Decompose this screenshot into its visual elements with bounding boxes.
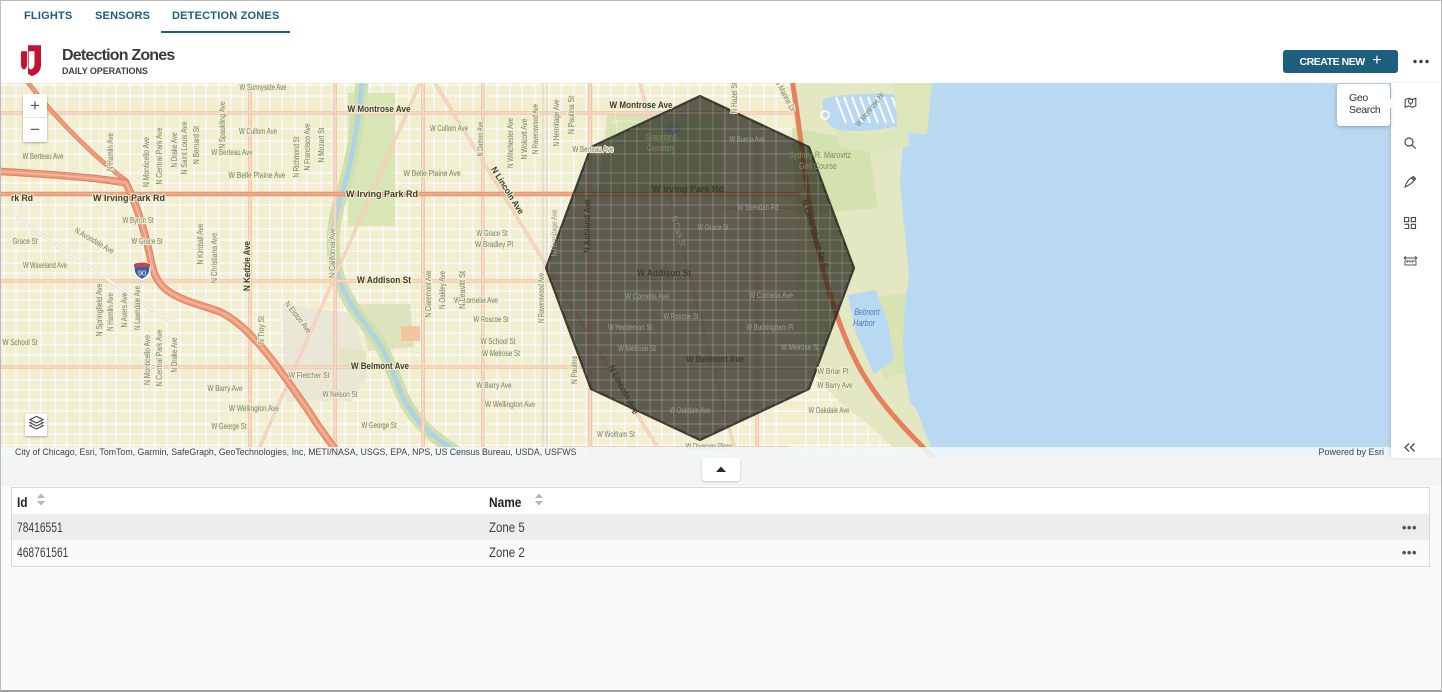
svg-text:rk Rd: rk Rd: [11, 193, 33, 204]
svg-text:Golf Course: Golf Course: [799, 161, 837, 171]
svg-text:W Barry Ave: W Barry Ave: [477, 381, 512, 390]
svg-text:W Grace St: W Grace St: [132, 237, 164, 246]
svg-text:N Saint Louis Ave: N Saint Louis Ave: [180, 121, 189, 174]
svg-text:W Buena Ave: W Buena Ave: [730, 135, 765, 144]
svg-text:N Kimball Ave: N Kimball Ave: [196, 223, 205, 264]
svg-text:W Addison St: W Addison St: [357, 275, 412, 286]
svg-text:W George St: W George St: [212, 422, 248, 431]
svg-text:W Roscoe St: W Roscoe St: [474, 315, 510, 324]
svg-text:Belmont: Belmont: [855, 307, 880, 318]
svg-text:W Waveland Ave: W Waveland Ave: [23, 261, 67, 270]
svg-text:N Winchester Ave: N Winchester Ave: [506, 118, 515, 168]
svg-text:Sydney R. Marovitz: Sydney R. Marovitz: [789, 150, 851, 160]
svg-text:W Cullom Ave: W Cullom Ave: [239, 127, 277, 136]
svg-text:N Avers Ave: N Avers Ave: [120, 292, 129, 327]
svg-text:N Ravenswood Ave: N Ravenswood Ave: [537, 273, 546, 323]
svg-text:N Monticello Ave: N Monticello Ave: [142, 137, 151, 187]
svg-text:W Cullom Ave: W Cullom Ave: [430, 124, 468, 133]
svg-text:N Hamlin Ave: N Hamlin Ave: [106, 133, 115, 171]
svg-text:W Wellington Ave: W Wellington Ave: [229, 404, 279, 413]
svg-text:N Mozart St: N Mozart St: [317, 127, 326, 163]
svg-text:N Paulina St: N Paulina St: [567, 95, 576, 134]
svg-text:W Irving Park Rd: W Irving Park Rd: [346, 189, 418, 200]
svg-text:W Briar Pl: W Briar Pl: [818, 367, 849, 376]
svg-text:W Berteau Ave: W Berteau Ave: [23, 152, 64, 161]
svg-text:W School St: W School St: [3, 338, 39, 347]
svg-text:N Hermitage Ave: N Hermitage Ave: [552, 99, 561, 146]
svg-text:W Barry Ave: W Barry Ave: [818, 381, 853, 390]
svg-text:Harbor: Harbor: [853, 318, 876, 329]
svg-text:N Leavitt St: N Leavitt St: [458, 270, 467, 309]
svg-text:W Addison St: W Addison St: [637, 268, 692, 279]
svg-text:W Grace St: W Grace St: [477, 229, 509, 238]
svg-text:W Nelson St: W Nelson St: [323, 390, 359, 399]
svg-text:N Central Park Ave: N Central Park Ave: [155, 329, 164, 386]
svg-text:N Drake Ave: N Drake Ave: [170, 132, 179, 167]
svg-text:N Christiana Ave: N Christiana Ave: [210, 233, 219, 283]
svg-text:N Hermitage Ave: N Hermitage Ave: [550, 209, 559, 256]
svg-text:N Damen Ave: N Damen Ave: [476, 121, 485, 156]
svg-text:W Wolfram St: W Wolfram St: [597, 430, 636, 439]
svg-text:N California Ave: N California Ave: [328, 228, 337, 278]
svg-text:W Melrose St: W Melrose St: [781, 343, 820, 352]
svg-text:W Grace St: W Grace St: [698, 223, 730, 232]
svg-text:W Irving Park Rd: W Irving Park Rd: [93, 193, 165, 204]
svg-text:N Richmond St: N Richmond St: [292, 136, 301, 178]
svg-text:Cemetery: Cemetery: [647, 143, 675, 153]
svg-text:N Claremont Ave: N Claremont Ave: [424, 270, 433, 317]
svg-text:W School St: W School St: [481, 337, 517, 346]
svg-text:W Montrose Ave: W Montrose Ave: [348, 104, 411, 115]
svg-text:W Cornelia Ave: W Cornelia Ave: [749, 291, 793, 300]
svg-text:W Belle Plaine Ave: W Belle Plaine Ave: [404, 169, 461, 178]
svg-text:Graceland: Graceland: [646, 132, 677, 142]
svg-text:W Cornelia Ave: W Cornelia Ave: [625, 292, 669, 301]
svg-text:W Wellington Ave: W Wellington Ave: [485, 400, 535, 409]
svg-text:N Ashland Ave: N Ashland Ave: [582, 199, 592, 253]
svg-text:N Spaulding Ave: N Spaulding Ave: [218, 101, 227, 148]
svg-text:W Barry Ave: W Barry Ave: [208, 384, 243, 393]
svg-text:N Hamlin Ave: N Hamlin Ave: [106, 293, 115, 331]
svg-text:N Hazel St: N Hazel St: [730, 83, 739, 114]
svg-text:W Fletcher St: W Fletcher St: [289, 371, 331, 380]
svg-text:N Ravenswood Ave: N Ravenswood Ave: [531, 104, 540, 154]
svg-text:W Roscoe St: W Roscoe St: [664, 312, 700, 321]
svg-text:W Belle Plaine Ave: W Belle Plaine Ave: [229, 171, 286, 180]
svg-text:W Sheridan Rd: W Sheridan Rd: [738, 203, 779, 212]
svg-text:N Lawndale Ave: N Lawndale Ave: [133, 286, 142, 330]
svg-text:N Francisco Ave: N Francisco Ave: [303, 123, 312, 170]
svg-text:N Springfield Ave: N Springfield Ave: [95, 283, 104, 336]
svg-text:W Melrose St: W Melrose St: [482, 349, 521, 358]
svg-text:W Montrose Ave: W Montrose Ave: [610, 100, 673, 111]
svg-text:W Buckingham Pl: W Buckingham Pl: [747, 323, 794, 332]
svg-text:W Irving Park Rd: W Irving Park Rd: [652, 184, 724, 195]
svg-text:W Berteau Ave: W Berteau Ave: [573, 145, 614, 154]
svg-text:N Kedzie Ave: N Kedzie Ave: [242, 241, 252, 291]
svg-text:Grace St: Grace St: [13, 237, 39, 246]
svg-text:W Belmont Ave: W Belmont Ave: [686, 354, 744, 365]
svg-text:N Drake Ave: N Drake Ave: [170, 337, 179, 372]
svg-text:N Troy St: N Troy St: [257, 315, 266, 344]
svg-text:W Byron St: W Byron St: [123, 216, 155, 225]
svg-text:90: 90: [138, 269, 146, 278]
svg-text:W Sunnyside Ave: W Sunnyside Ave: [240, 83, 287, 92]
svg-text:N Monticello Ave: N Monticello Ave: [143, 335, 152, 385]
svg-text:W George St: W George St: [362, 421, 398, 430]
svg-text:W Oakdale Ave: W Oakdale Ave: [809, 406, 850, 415]
svg-text:W Bradley Pl: W Bradley Pl: [475, 240, 513, 249]
svg-text:N Central Park Ave: N Central Park Ave: [155, 127, 164, 184]
svg-text:W Henderson St: W Henderson St: [608, 323, 653, 332]
svg-text:W Oakdale Ave: W Oakdale Ave: [670, 406, 711, 415]
svg-text:N Wolcott Ave: N Wolcott Ave: [520, 118, 529, 159]
svg-text:W Belmont Ave: W Belmont Ave: [351, 361, 409, 372]
svg-text:W Melrose St: W Melrose St: [618, 344, 657, 353]
svg-text:N Paulina: N Paulina: [570, 356, 579, 384]
svg-text:N Bernard St: N Bernard St: [192, 125, 201, 164]
svg-text:N Oakley Ave: N Oakley Ave: [438, 271, 447, 309]
